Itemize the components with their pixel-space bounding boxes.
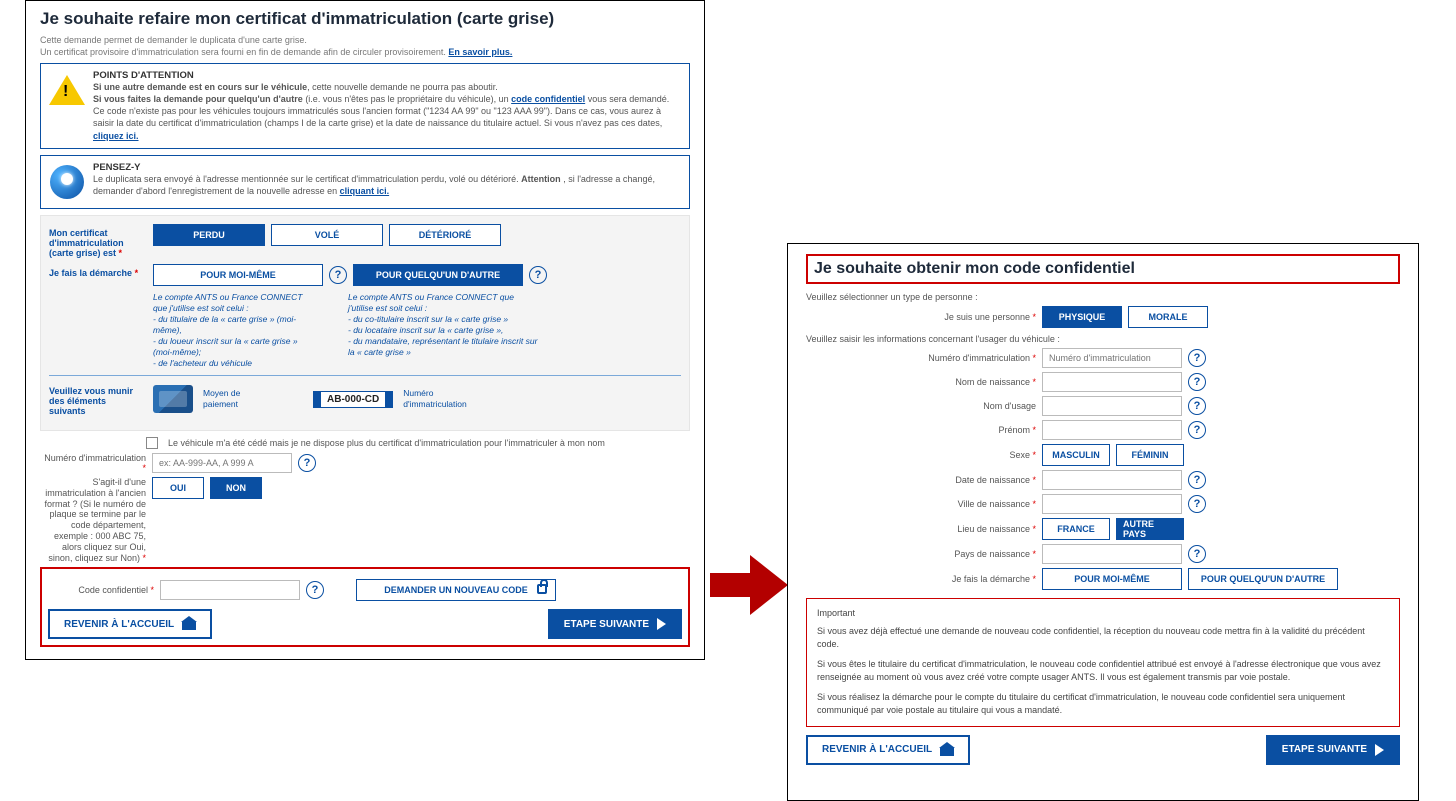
left-panel: Je souhaite refaire mon certificat d'imm… [25, 0, 705, 660]
ancien-format-label: S'agit-il d'une immatriculation à l'anci… [40, 477, 146, 563]
code-confidentiel-link[interactable]: code confidentiel [511, 94, 585, 104]
help-icon[interactable]: ? [1188, 373, 1206, 391]
right-panel: Je souhaite obtenir mon code confidentie… [787, 243, 1419, 801]
demander-nouveau-code-button[interactable]: DEMANDER UN NOUVEAU CODE [356, 579, 556, 601]
masculin-button[interactable]: MASCULIN [1042, 444, 1110, 466]
personne-label: Je suis une personne * [916, 312, 1036, 322]
autre-pays-button[interactable]: AUTRE PAYS [1116, 518, 1184, 540]
help-icon[interactable]: ? [298, 454, 316, 472]
code-section-highlight: Code confidentiel * ? DEMANDER UN NOUVEA… [40, 567, 690, 647]
cliquant-ici-link[interactable]: cliquant ici. [340, 186, 390, 196]
r-num-immat-input[interactable] [1042, 348, 1182, 368]
r-prenom-input[interactable] [1042, 420, 1182, 440]
help-icon[interactable]: ? [529, 266, 547, 284]
num-immat-label: Numéro d'immatriculation [403, 388, 483, 410]
arrow-right-icon [657, 618, 666, 630]
note-pour-autre: Le compte ANTS ou France CONNECT que j'u… [348, 292, 538, 369]
pensez-y-box: PENSEZ-Y Le duplicata sera envoyé à l'ad… [40, 155, 690, 209]
r-nom-usage-input[interactable] [1042, 396, 1182, 416]
etape-suivante-button-left[interactable]: ETAPE SUIVANTE [548, 609, 682, 639]
status-perdu-button[interactable]: PERDU [153, 224, 265, 246]
main-form-box: Mon certificat d'immatriculation (carte … [40, 215, 690, 431]
info-usager-label: Veuillez saisir les informations concern… [806, 334, 1400, 344]
revenir-accueil-button-right[interactable]: REVENIR À L'ACCUEIL [806, 735, 970, 765]
page-title-left: Je souhaite refaire mon certificat d'imm… [40, 9, 690, 29]
code-confidentiel-input[interactable] [160, 580, 300, 600]
flow-arrow-icon [710, 555, 790, 615]
learn-more-link[interactable]: En savoir plus. [448, 47, 512, 57]
pour-moi-button[interactable]: POUR MOI-MÊME [153, 264, 323, 286]
warning-icon [47, 70, 87, 110]
r-pour-autre-button[interactable]: POUR QUELQU'UN D'AUTRE [1188, 568, 1338, 590]
plate-sample: AB-000-CD [313, 391, 393, 408]
cede-checkbox[interactable] [146, 437, 158, 449]
help-icon[interactable]: ? [1188, 471, 1206, 489]
cede-checkbox-label: Le véhicule m'a été cédé mais je ne disp… [168, 438, 605, 448]
r-pour-moi-button[interactable]: POUR MOI-MÊME [1042, 568, 1182, 590]
help-icon[interactable]: ? [1188, 421, 1206, 439]
status-deteriore-button[interactable]: DÉTÉRIORÉ [389, 224, 501, 246]
subtitle-1: Cette demande permet de demander le dupl… [40, 35, 690, 45]
status-label: Mon certificat d'immatriculation (carte … [49, 224, 145, 258]
payment-card-icon [153, 385, 193, 413]
oui-button[interactable]: OUI [152, 477, 204, 499]
num-immat-field-label: Numéro d'immatriculation * [40, 453, 146, 473]
demarche-label: Je fais la démarche * [49, 264, 145, 286]
cliquez-ici-link-1[interactable]: cliquez ici. [93, 131, 139, 141]
code-confidentiel-label: Code confidentiel * [48, 585, 154, 595]
home-icon [940, 744, 954, 756]
help-icon[interactable]: ? [1188, 545, 1206, 563]
france-button[interactable]: FRANCE [1042, 518, 1110, 540]
home-icon [182, 618, 196, 630]
subtitle-2: Un certificat provisoire d'immatriculati… [40, 47, 690, 57]
attention-box: POINTS D'ATTENTION Si une autre demande … [40, 63, 690, 149]
lock-icon [537, 584, 547, 594]
page-title-right: Je souhaite obtenir mon code confidentie… [814, 260, 1392, 278]
pour-autre-button[interactable]: POUR QUELQU'UN D'AUTRE [353, 264, 523, 286]
status-vole-button[interactable]: VOLÉ [271, 224, 383, 246]
important-box: Important Si vous avez déjà effectué une… [806, 598, 1400, 727]
help-icon[interactable]: ? [1188, 349, 1206, 367]
right-title-highlight: Je souhaite obtenir mon code confidentie… [806, 254, 1400, 284]
r-ville-naiss-input[interactable] [1042, 494, 1182, 514]
help-icon[interactable]: ? [1188, 397, 1206, 415]
non-button[interactable]: NON [210, 477, 262, 499]
help-icon[interactable]: ? [1188, 495, 1206, 513]
physique-button[interactable]: PHYSIQUE [1042, 306, 1122, 328]
r-nom-naiss-input[interactable] [1042, 372, 1182, 392]
elements-label: Veuillez vous munir des éléments suivant… [49, 382, 145, 416]
help-icon[interactable]: ? [306, 581, 324, 599]
r-date-naiss-input[interactable] [1042, 470, 1182, 490]
revenir-accueil-button-left[interactable]: REVENIR À L'ACCUEIL [48, 609, 212, 639]
note-pour-moi: Le compte ANTS ou France CONNECT que j'u… [153, 292, 318, 369]
idea-icon [47, 162, 87, 202]
help-icon[interactable]: ? [329, 266, 347, 284]
num-immat-input[interactable] [152, 453, 292, 473]
arrow-right-icon [1375, 744, 1384, 756]
morale-button[interactable]: MORALE [1128, 306, 1208, 328]
etape-suivante-button-right[interactable]: ETAPE SUIVANTE [1266, 735, 1400, 765]
feminin-button[interactable]: FÉMININ [1116, 444, 1184, 466]
r-pays-naiss-input[interactable] [1042, 544, 1182, 564]
select-type-label: Veuillez sélectionner un type de personn… [806, 292, 1400, 302]
moyen-paiement-label: Moyen de paiement [203, 388, 253, 410]
